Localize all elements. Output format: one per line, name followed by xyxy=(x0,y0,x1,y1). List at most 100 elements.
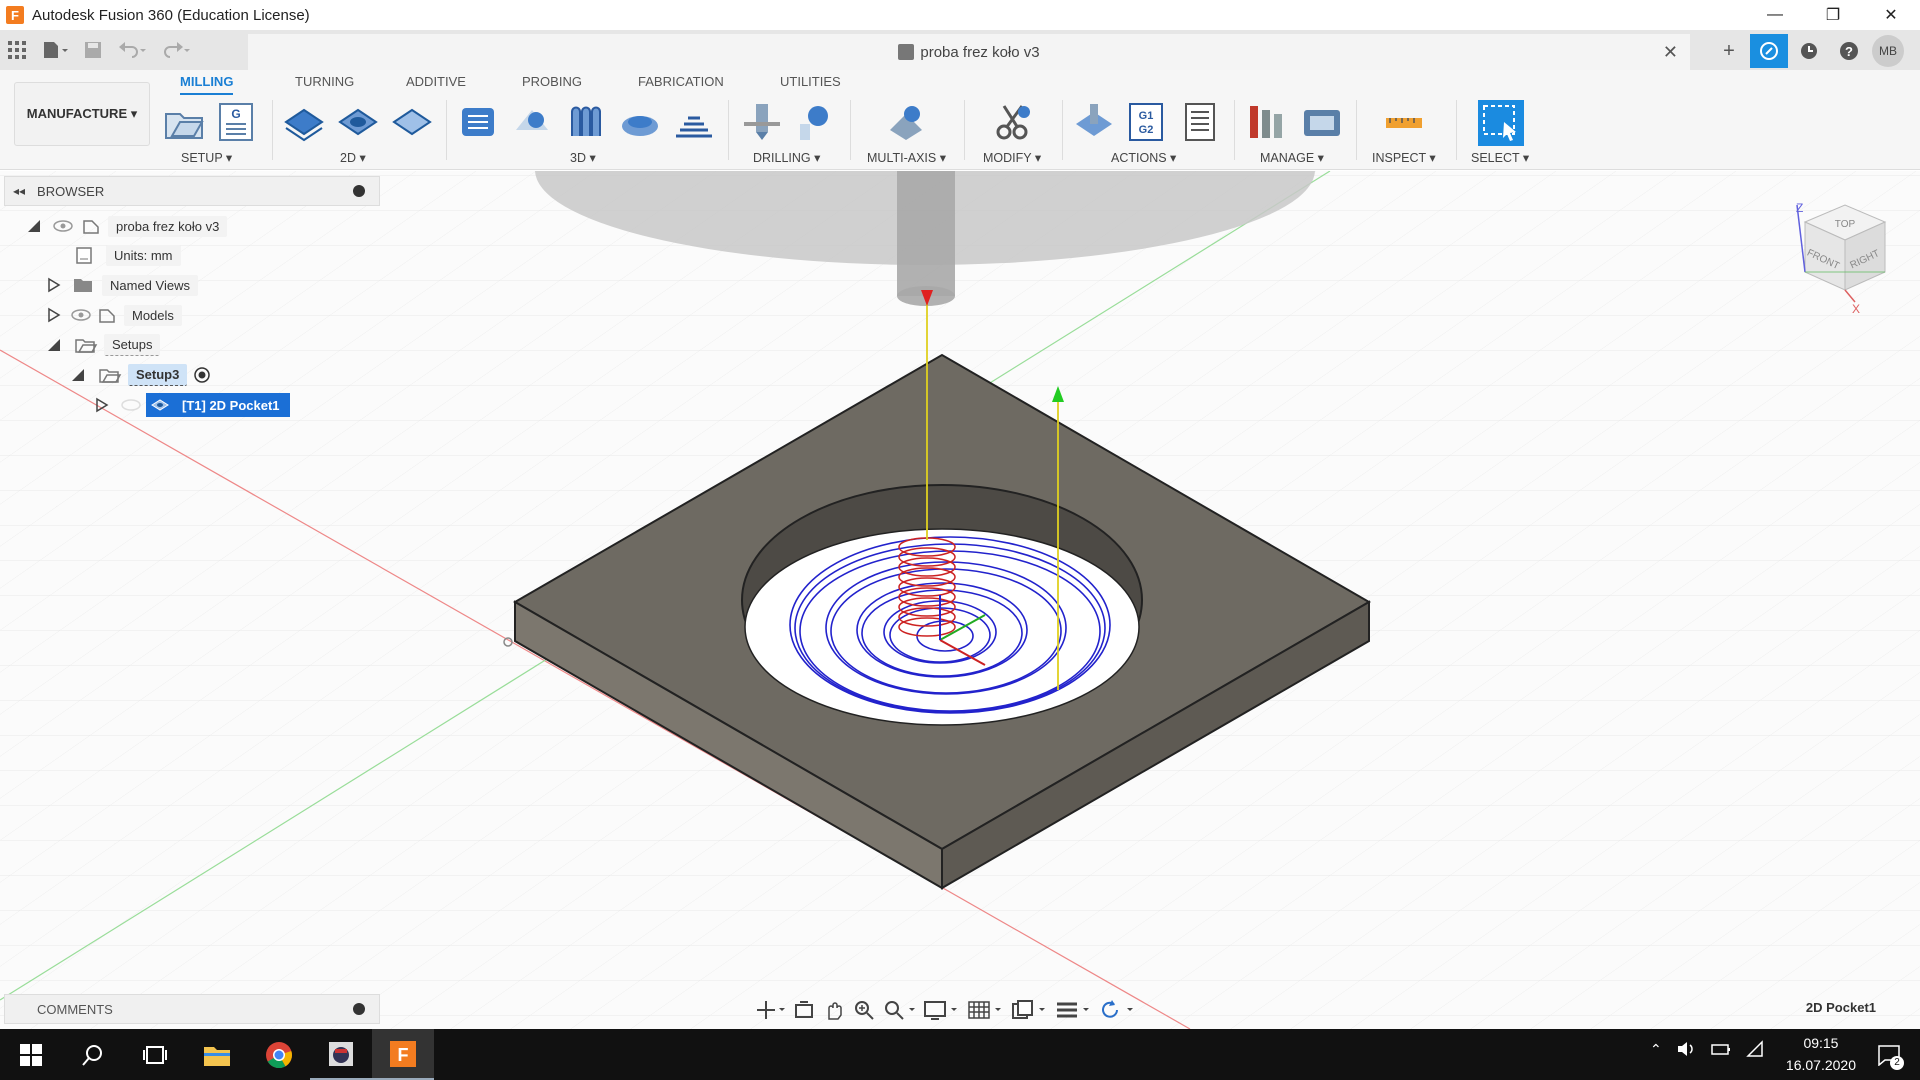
collapse-browser-icon[interactable]: ◂◂ xyxy=(13,184,25,198)
tab-milling[interactable]: MILLING xyxy=(180,74,234,95)
group-2d[interactable]: 2D ▾ xyxy=(340,150,366,165)
nc-program-icon[interactable]: G xyxy=(214,100,258,144)
comments-add-icon[interactable] xyxy=(353,1003,365,1015)
expand-triangle-icon[interactable] xyxy=(46,337,62,353)
setup-sheet-icon[interactable] xyxy=(1178,100,1222,144)
selected-operation-highlight[interactable]: [T1] 2D Pocket1 xyxy=(146,393,290,417)
visibility-eye-icon[interactable] xyxy=(52,218,74,234)
environment-icon[interactable] xyxy=(1055,999,1091,1021)
expand-triangle-icon[interactable] xyxy=(70,367,86,383)
parallel-icon[interactable] xyxy=(564,100,608,144)
simulate-icon[interactable] xyxy=(1072,100,1116,144)
tree-row-setup3[interactable]: Setup3 xyxy=(70,363,211,387)
pan-hand-icon[interactable] xyxy=(823,999,845,1021)
zoom-icon[interactable] xyxy=(853,999,875,1021)
file-explorer-icon[interactable] xyxy=(186,1029,248,1080)
tab-utilities[interactable]: UTILITIES xyxy=(780,74,841,89)
fusion360-taskbar-icon[interactable]: F xyxy=(372,1029,434,1080)
volume-icon[interactable] xyxy=(1676,1040,1696,1058)
visibility-eye-icon[interactable] xyxy=(70,307,92,323)
new-tab-button[interactable]: + xyxy=(1710,34,1748,68)
windows-start-icon[interactable] xyxy=(0,1029,62,1080)
scene-canvas[interactable]: TOP FRONT RIGHT Z X xyxy=(0,171,1920,1029)
active-setup-radio-icon[interactable] xyxy=(193,366,211,384)
comments-panel[interactable]: COMMENTS xyxy=(4,994,380,1024)
drill-icon[interactable] xyxy=(740,100,784,144)
chrome-icon[interactable] xyxy=(248,1029,310,1080)
tab-probing[interactable]: PROBING xyxy=(522,74,582,89)
2d-pocket-icon[interactable] xyxy=(336,100,380,144)
tree-row-named-views[interactable]: Named Views xyxy=(46,273,198,297)
look-at-icon[interactable] xyxy=(793,999,815,1021)
viewports-icon[interactable] xyxy=(1011,999,1047,1021)
group-multi-axis[interactable]: MULTI-AXIS ▾ xyxy=(867,150,946,165)
group-3d[interactable]: 3D ▾ xyxy=(570,150,596,165)
close-tab-icon[interactable]: ✕ xyxy=(1663,42,1678,63)
tree-row-models[interactable]: Models xyxy=(46,303,182,327)
data-panel-grid-icon[interactable] xyxy=(0,30,34,70)
save-icon[interactable] xyxy=(76,30,110,70)
tab-additive[interactable]: ADDITIVE xyxy=(406,74,466,89)
grid-settings-icon[interactable] xyxy=(967,999,1003,1021)
taskbar-clock[interactable]: 09:15 16.07.2020 xyxy=(1786,1032,1856,1076)
contour-icon[interactable] xyxy=(618,100,662,144)
tree-row-setups[interactable]: Setups xyxy=(46,333,161,357)
browser-panel-header[interactable]: ◂◂ BROWSER xyxy=(4,176,380,206)
face-icon[interactable] xyxy=(390,100,434,144)
workspace-switcher[interactable]: MANUFACTURE ▾ xyxy=(14,82,150,146)
group-drilling[interactable]: DRILLING ▾ xyxy=(753,150,820,165)
3d-pocket-icon[interactable] xyxy=(510,100,554,144)
expand-right-triangle-icon[interactable] xyxy=(94,397,110,413)
fit-zoom-icon[interactable] xyxy=(883,999,915,1021)
close-window-button[interactable]: ✕ xyxy=(1862,0,1920,30)
multi-axis-icon[interactable] xyxy=(884,100,928,144)
app-taskbar-icon[interactable] xyxy=(310,1029,372,1080)
graphics-viewport[interactable]: TOP FRONT RIGHT Z X xyxy=(0,171,1920,1029)
3d-adaptive-icon[interactable] xyxy=(456,100,500,144)
undo-icon[interactable] xyxy=(110,30,154,70)
tree-row-root[interactable]: proba frez koło v3 xyxy=(26,214,228,238)
search-icon[interactable] xyxy=(62,1029,124,1080)
select-icon[interactable] xyxy=(1478,100,1524,146)
notification-center-icon[interactable]: 2 xyxy=(1874,1040,1904,1070)
help-icon[interactable]: ? xyxy=(1830,34,1868,68)
display-settings-icon[interactable] xyxy=(923,999,959,1021)
file-menu-icon[interactable] xyxy=(34,30,76,70)
group-actions[interactable]: ACTIONS ▾ xyxy=(1111,150,1176,165)
restore-button[interactable]: ❐ xyxy=(1804,0,1862,30)
tree-row-units[interactable]: Units: mm xyxy=(74,243,181,267)
2d-adaptive-icon[interactable] xyxy=(282,100,326,144)
group-select[interactable]: SELECT ▾ xyxy=(1471,150,1529,165)
group-setup[interactable]: SETUP ▾ xyxy=(181,150,232,165)
expand-right-triangle-icon[interactable] xyxy=(46,307,62,323)
post-process-icon[interactable]: G1G2 xyxy=(1124,100,1168,144)
expand-triangle-icon[interactable] xyxy=(26,218,42,234)
redo-icon[interactable] xyxy=(154,30,198,70)
modify-scissors-icon[interactable] xyxy=(992,100,1036,144)
job-status-clock-icon[interactable] xyxy=(1790,34,1828,68)
machine-library-icon[interactable] xyxy=(1300,100,1344,144)
group-inspect[interactable]: INSPECT ▾ xyxy=(1372,150,1436,165)
new-setup-icon[interactable] xyxy=(162,100,206,144)
tool-library-icon[interactable] xyxy=(1246,100,1290,144)
expand-right-triangle-icon[interactable] xyxy=(46,277,62,293)
user-avatar[interactable]: MB xyxy=(1872,35,1904,67)
scallop-icon[interactable] xyxy=(672,100,716,144)
browser-pin-icon[interactable] xyxy=(353,185,365,197)
minimize-button[interactable]: — xyxy=(1746,0,1804,30)
group-manage[interactable]: MANAGE ▾ xyxy=(1260,150,1324,165)
document-tab[interactable]: proba frez koło v3 ✕ xyxy=(248,34,1690,70)
viewcube-top-label[interactable]: TOP xyxy=(1835,219,1856,230)
tab-fabrication[interactable]: FABRICATION xyxy=(638,74,724,89)
tray-chevron-up-icon[interactable]: ⌃ xyxy=(1650,1041,1662,1058)
measure-icon[interactable] xyxy=(1382,100,1426,144)
group-modify[interactable]: MODIFY ▾ xyxy=(983,150,1041,165)
orbit-move-icon[interactable] xyxy=(755,999,785,1021)
tab-turning[interactable]: TURNING xyxy=(295,74,354,89)
battery-icon[interactable] xyxy=(1710,1040,1732,1058)
refresh-icon[interactable] xyxy=(1099,999,1135,1021)
hidden-eye-icon[interactable] xyxy=(120,397,142,413)
tree-row-pocket-operation[interactable]: [T1] 2D Pocket1 xyxy=(94,393,290,417)
hole-recognition-icon[interactable] xyxy=(792,100,836,144)
extensions-icon[interactable] xyxy=(1750,34,1788,68)
